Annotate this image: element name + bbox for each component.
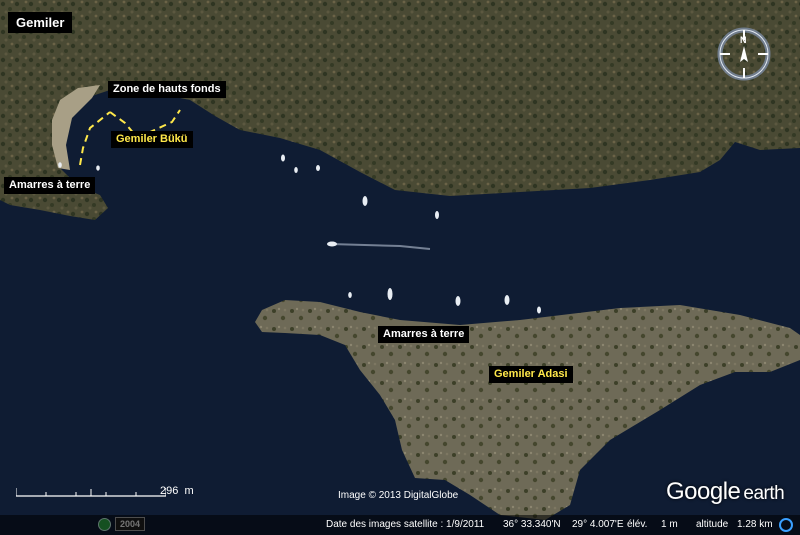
elevation-label: élév. xyxy=(627,519,648,530)
logo-product: earth xyxy=(743,483,785,504)
shallows-label[interactable]: Zone de hauts fonds xyxy=(108,81,226,98)
mooring-label-island[interactable]: Amarres à terre xyxy=(378,326,470,343)
streaming-status-icon xyxy=(779,518,793,532)
scale-bar xyxy=(16,488,166,497)
altitude-label: altitude xyxy=(696,519,729,530)
status-bar: Date des images satellite : 1/9/2011 36°… xyxy=(0,515,800,535)
logo-brand: Google xyxy=(666,478,741,505)
scale-value: 296 xyxy=(160,485,179,497)
compass-north-label: N xyxy=(740,35,747,45)
imagery-credit: Image © 2013 DigitalGlobe xyxy=(338,490,459,501)
compass-control[interactable]: N xyxy=(716,26,772,82)
map-view[interactable]: Gemiler Zone de hauts fonds Gemiler Bükü… xyxy=(0,0,800,535)
elevation-value: 1 m xyxy=(661,519,678,530)
latitude-readout: 36° 33.340'N xyxy=(503,519,561,530)
scale-unit: m xyxy=(184,485,194,497)
scale-label: 296 m xyxy=(160,485,194,497)
google-earth-logo: Google earth xyxy=(666,478,785,506)
island-label[interactable]: Gemiler Adasi xyxy=(489,366,573,383)
bay-label[interactable]: Gemiler Bükü xyxy=(111,131,193,148)
altitude-value: 1.28 km xyxy=(737,519,773,530)
longitude-readout: 29° 4.007'E xyxy=(572,519,624,530)
imagery-date: Date des images satellite : 1/9/2011 xyxy=(326,519,485,530)
place-label[interactable]: Gemiler xyxy=(8,12,73,33)
mooring-label-left[interactable]: Amarres à terre xyxy=(4,177,96,194)
